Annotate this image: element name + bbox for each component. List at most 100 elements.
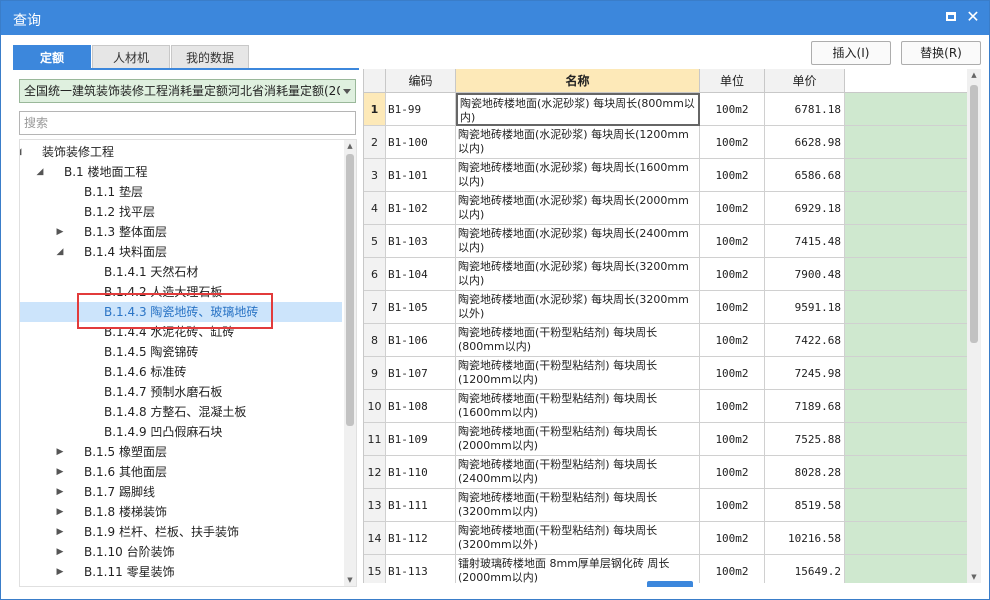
- cell-price[interactable]: 7900.48: [765, 258, 845, 291]
- cell-price[interactable]: 15649.2: [765, 555, 845, 583]
- tree-item[interactable]: B.1.4.8 方整石、混凝土板: [20, 402, 342, 422]
- cell-unit[interactable]: 100m2: [700, 159, 765, 192]
- expand-arrow-icon[interactable]: ▶: [54, 522, 66, 542]
- cell-price[interactable]: 7525.88: [765, 423, 845, 456]
- cell-unit[interactable]: 100m2: [700, 225, 765, 258]
- quota-library-select[interactable]: 全国统一建筑装饰装修工程消耗量定额河北省消耗量定额(20: [19, 79, 356, 103]
- table-row[interactable]: 11 B1-109 陶瓷地砖楼地面(干粉型粘结剂) 每块周长(2000mm以内) 10…: [364, 423, 967, 456]
- header-price[interactable]: 单价: [765, 69, 845, 93]
- cell-name[interactable]: 陶瓷地砖楼地面(干粉型粘结剂) 每块周长(2000mm以内): [456, 423, 700, 456]
- cell-unit[interactable]: 100m2: [700, 93, 765, 126]
- cell-price[interactable]: 6586.68: [765, 159, 845, 192]
- tree-item[interactable]: ▶ B.1.11 零星装饰: [20, 562, 342, 582]
- tree-item[interactable]: B.1.4.6 标准砖: [20, 362, 342, 382]
- cell-name[interactable]: 陶瓷地砖楼地面(干粉型粘结剂) 每块周长(1600mm以内): [456, 390, 700, 423]
- table-row[interactable]: 12 B1-110 陶瓷地砖楼地面(干粉型粘结剂) 每块周长(2400mm以内) 10…: [364, 456, 967, 489]
- cell-price[interactable]: 6628.98: [765, 126, 845, 159]
- cell-code[interactable]: B1-102: [386, 192, 456, 225]
- cell-code[interactable]: B1-99: [386, 93, 456, 126]
- cell-name[interactable]: 镭射玻璃砖楼地面 8mm厚单层钢化砖 周长(2000mm以内): [456, 555, 700, 583]
- cell-price[interactable]: 6781.18: [765, 93, 845, 126]
- cell-name[interactable]: 陶瓷地砖楼地面(干粉型粘结剂) 每块周长(2400mm以内): [456, 456, 700, 489]
- cell-code[interactable]: B1-110: [386, 456, 456, 489]
- cell-unit[interactable]: 100m2: [700, 324, 765, 357]
- table-row[interactable]: 9 B1-107 陶瓷地砖楼地面(干粉型粘结剂) 每块周长(1200mm以内) 100…: [364, 357, 967, 390]
- cell-code[interactable]: B1-104: [386, 258, 456, 291]
- cell-name[interactable]: 陶瓷地砖楼地面(水泥砂浆) 每块周长(2400mm以内): [456, 225, 700, 258]
- tree-item[interactable]: B.1.2 找平层: [20, 202, 342, 222]
- table-row[interactable]: 15 B1-113 镭射玻璃砖楼地面 8mm厚单层钢化砖 周长(2000mm以内) 1…: [364, 555, 967, 583]
- cell-unit[interactable]: 100m2: [700, 555, 765, 583]
- maximize-icon[interactable]: [943, 9, 959, 25]
- cell-code[interactable]: B1-112: [386, 522, 456, 555]
- cell-code[interactable]: B1-105: [386, 291, 456, 324]
- cell-name[interactable]: 陶瓷地砖楼地面(水泥砂浆) 每块周长(2000mm以内): [456, 192, 700, 225]
- table-row[interactable]: 5 B1-103 陶瓷地砖楼地面(水泥砂浆) 每块周长(2400mm以内) 100m2…: [364, 225, 967, 258]
- cell-unit[interactable]: 100m2: [700, 126, 765, 159]
- cell-price[interactable]: 9591.18: [765, 291, 845, 324]
- row-index[interactable]: 3: [364, 159, 386, 192]
- tree-scrollbar[interactable]: ▲ ▼: [344, 140, 356, 586]
- tree-item[interactable]: ▶ B.1.3 整体面层: [20, 222, 342, 242]
- table-row[interactable]: 10 B1-108 陶瓷地砖楼地面(干粉型粘结剂) 每块周长(1600mm以内) 10…: [364, 390, 967, 423]
- cell-price[interactable]: 7422.68: [765, 324, 845, 357]
- tab-labor-material-machine[interactable]: 人材机: [92, 45, 170, 69]
- replace-button[interactable]: 替换(R): [901, 41, 981, 65]
- tree-item[interactable]: ▶ B.1.8 楼梯装饰: [20, 502, 342, 522]
- tree-item[interactable]: B.1.4.1 天然石材: [20, 262, 342, 282]
- row-index[interactable]: 5: [364, 225, 386, 258]
- cell-price[interactable]: 10216.58: [765, 522, 845, 555]
- cell-name[interactable]: 陶瓷地砖楼地面(干粉型粘结剂) 每块周长(3200mm以内): [456, 489, 700, 522]
- scroll-down-icon[interactable]: ▼: [967, 571, 981, 583]
- tree-item[interactable]: B.1.4.2 人造大理石板: [20, 282, 342, 302]
- header-unit[interactable]: 单位: [700, 69, 765, 93]
- table-row[interactable]: 3 B1-101 陶瓷地砖楼地面(水泥砂浆) 每块周长(1600mm以内) 100m2…: [364, 159, 967, 192]
- cell-price[interactable]: 7415.48: [765, 225, 845, 258]
- cell-unit[interactable]: 100m2: [700, 489, 765, 522]
- tree-item[interactable]: B.1.4.5 陶瓷锦砖: [20, 342, 342, 362]
- row-index[interactable]: 4: [364, 192, 386, 225]
- cell-code[interactable]: B1-100: [386, 126, 456, 159]
- cell-price[interactable]: 8519.58: [765, 489, 845, 522]
- collapse-arrow-icon[interactable]: ◢: [34, 162, 46, 182]
- cell-code[interactable]: B1-108: [386, 390, 456, 423]
- expand-arrow-icon[interactable]: ▶: [54, 442, 66, 462]
- table-row[interactable]: 4 B1-102 陶瓷地砖楼地面(水泥砂浆) 每块周长(2000mm以内) 100m2…: [364, 192, 967, 225]
- cell-code[interactable]: B1-107: [386, 357, 456, 390]
- table-row[interactable]: 6 B1-104 陶瓷地砖楼地面(水泥砂浆) 每块周长(3200mm以内) 100m2…: [364, 258, 967, 291]
- cell-unit[interactable]: 100m2: [700, 390, 765, 423]
- collapse-arrow-icon[interactable]: ◢: [20, 142, 24, 162]
- tree-item[interactable]: B.1.4.3 陶瓷地砖、玻璃地砖: [20, 302, 342, 322]
- collapse-arrow-icon[interactable]: ◢: [54, 242, 66, 262]
- row-index[interactable]: 2: [364, 126, 386, 159]
- cell-code[interactable]: B1-106: [386, 324, 456, 357]
- title-bar[interactable]: 查询 ✕: [1, 1, 989, 35]
- expand-arrow-icon[interactable]: ▶: [54, 502, 66, 522]
- row-index[interactable]: 9: [364, 357, 386, 390]
- cell-code[interactable]: B1-109: [386, 423, 456, 456]
- table-row[interactable]: 8 B1-106 陶瓷地砖楼地面(干粉型粘结剂) 每块周长(800mm以内) 100m…: [364, 324, 967, 357]
- cell-name[interactable]: 陶瓷地砖楼地面(干粉型粘结剂) 每块周长(3200mm以外): [456, 522, 700, 555]
- tree-item[interactable]: ◢ 装饰装修工程: [20, 142, 342, 162]
- cell-price[interactable]: 8028.28: [765, 456, 845, 489]
- expand-arrow-icon[interactable]: ▶: [54, 222, 66, 242]
- cell-name[interactable]: 陶瓷地砖楼地面(干粉型粘结剂) 每块周长(800mm以内): [456, 324, 700, 357]
- cell-unit[interactable]: 100m2: [700, 258, 765, 291]
- tree-item[interactable]: ◢ B.1 楼地面工程: [20, 162, 342, 182]
- header-code[interactable]: 编码: [386, 69, 456, 93]
- cell-unit[interactable]: 100m2: [700, 192, 765, 225]
- row-index[interactable]: 12: [364, 456, 386, 489]
- cell-code[interactable]: B1-111: [386, 489, 456, 522]
- cell-price[interactable]: 7189.68: [765, 390, 845, 423]
- cell-name[interactable]: 陶瓷地砖楼地面(水泥砂浆) 每块周长(3200mm以内): [456, 258, 700, 291]
- cell-unit[interactable]: 100m2: [700, 357, 765, 390]
- scroll-up-icon[interactable]: ▲: [344, 140, 356, 152]
- table-row[interactable]: 1 B1-99 陶瓷地砖楼地面(水泥砂浆) 每块周长(800mm以内) 100m2 67…: [364, 93, 967, 126]
- row-index[interactable]: 15: [364, 555, 386, 583]
- tree-item[interactable]: B.1.4.9 凹凸假麻石块: [20, 422, 342, 442]
- cell-name[interactable]: 陶瓷地砖楼地面(干粉型粘结剂) 每块周长(1200mm以内): [456, 357, 700, 390]
- expand-arrow-icon[interactable]: ▶: [54, 482, 66, 502]
- search-input[interactable]: [19, 111, 356, 135]
- insert-button[interactable]: 插入(I): [811, 41, 891, 65]
- tree-scroll-thumb[interactable]: [346, 154, 354, 426]
